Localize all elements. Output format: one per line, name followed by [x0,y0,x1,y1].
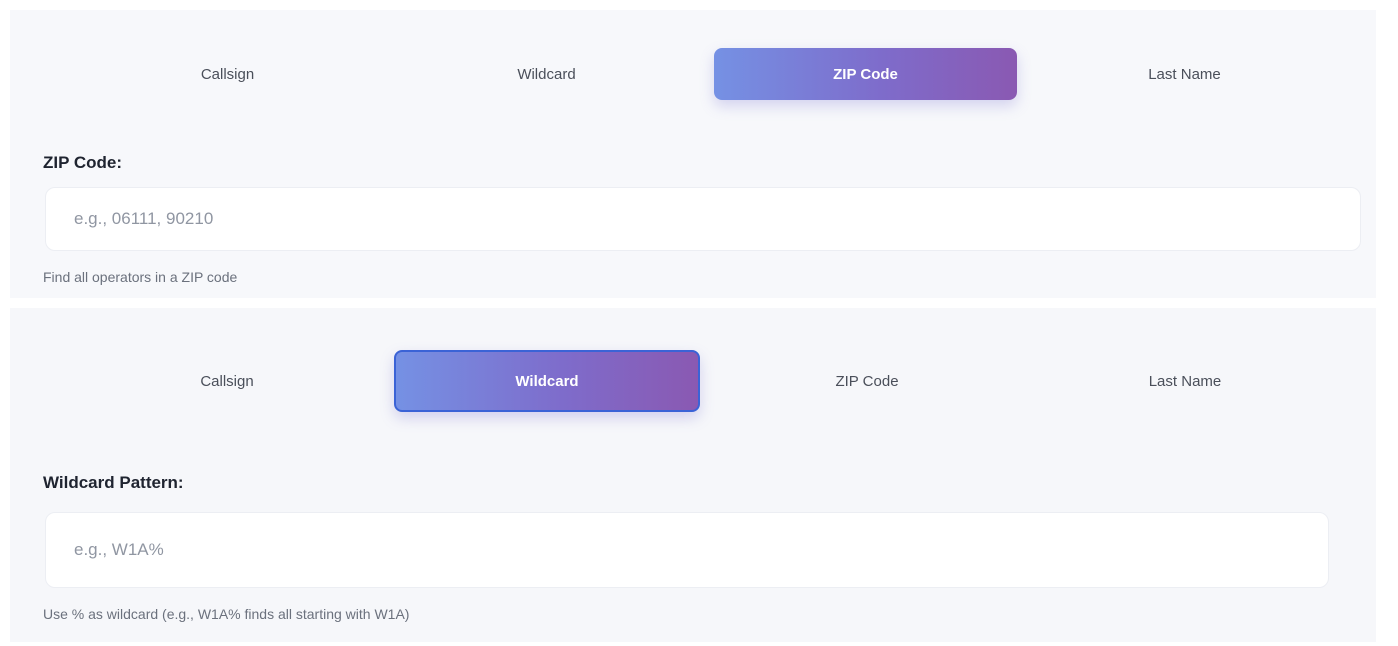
zip-search-panel: Callsign Wildcard ZIP Code Last Name ZIP… [10,10,1376,298]
screenshot-stage: Callsign Wildcard ZIP Code Last Name ZIP… [0,0,1398,646]
zip-code-label: ZIP Code: [43,153,123,172]
wildcard-hint: Use % as wildcard (e.g., W1A% finds all … [43,606,410,622]
wildcard-pattern-input[interactable] [45,512,1329,588]
tab-wildcard[interactable]: Wildcard [394,350,700,412]
wildcard-search-panel: Callsign Wildcard ZIP Code Last Name Wil… [10,308,1376,642]
zip-code-hint: Find all operators in a ZIP code [43,269,238,285]
tab-last-name[interactable]: Last Name [1034,350,1336,412]
search-type-tabs: Callsign Wildcard ZIP Code Last Name [68,350,1344,412]
tab-callsign[interactable]: Callsign [76,48,379,100]
tab-last-name[interactable]: Last Name [1033,48,1336,100]
tab-zip-code[interactable]: ZIP Code [716,350,1018,412]
tab-callsign[interactable]: Callsign [76,350,378,412]
tab-zip-code[interactable]: ZIP Code [714,48,1017,100]
wildcard-pattern-label: Wildcard Pattern: [43,473,184,492]
zip-code-input[interactable] [45,187,1361,251]
tab-wildcard[interactable]: Wildcard [395,48,698,100]
search-type-tabs: Callsign Wildcard ZIP Code Last Name [68,48,1344,100]
